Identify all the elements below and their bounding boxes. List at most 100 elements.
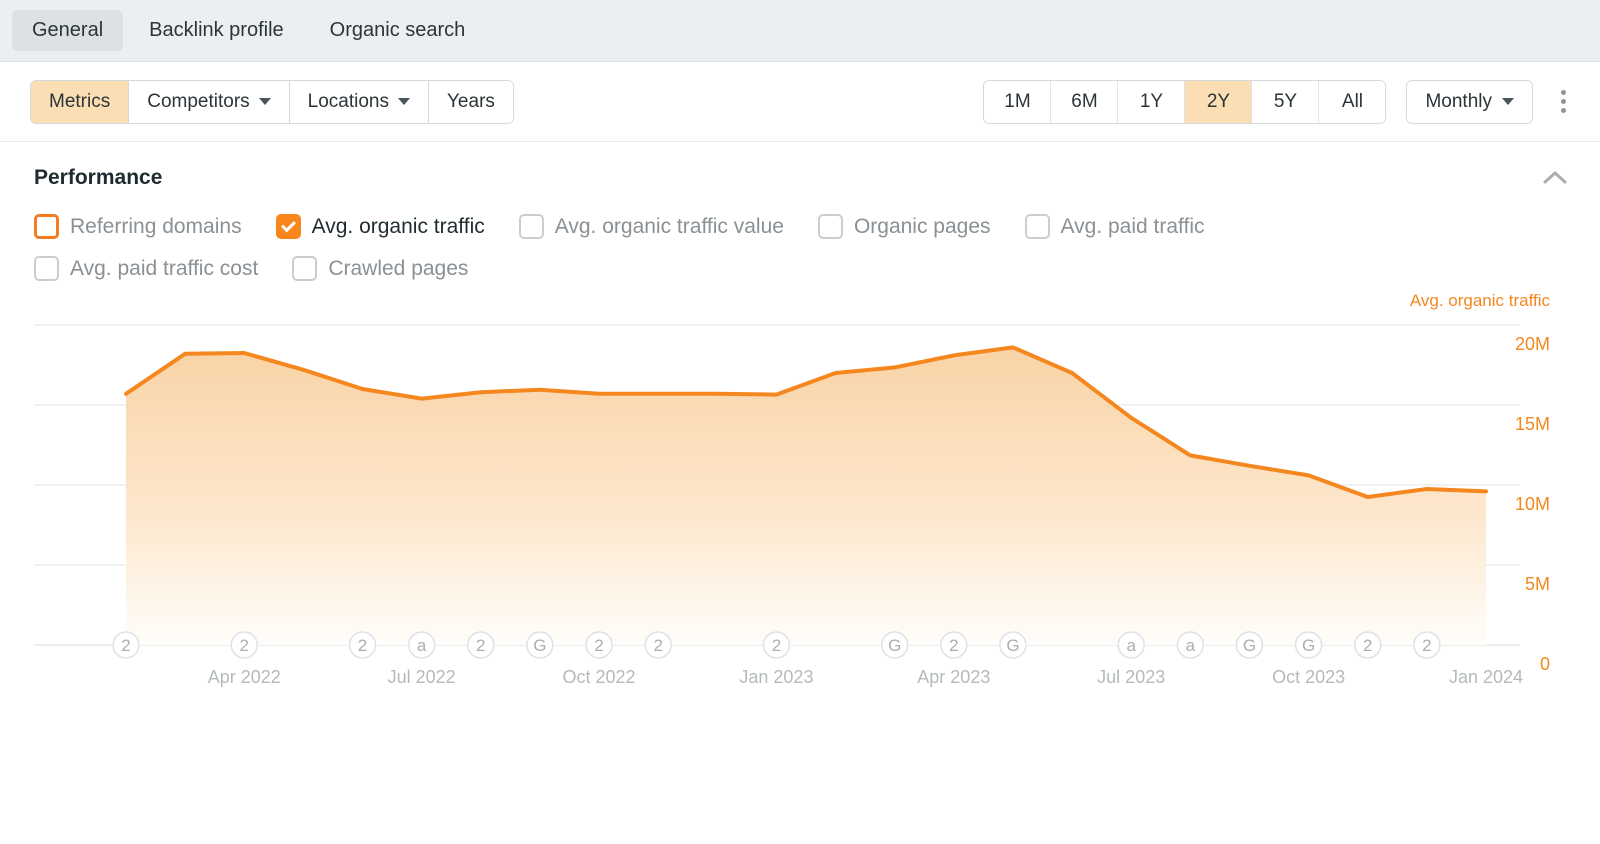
svg-text:G: G: [1302, 636, 1315, 655]
performance-chart: Avg. organic traffic 222a2G222G2GaaGG22: [34, 291, 1574, 745]
checkbox-label-referring-domains: Referring domains: [70, 214, 242, 238]
x-axis-label: Oct 2023: [1272, 667, 1346, 687]
y-axis-label: 0: [1539, 654, 1550, 674]
chevron-up-icon[interactable]: [1536, 164, 1574, 192]
tab-organic-search[interactable]: Organic search: [310, 10, 486, 51]
x-axis-label: Jul 2022: [387, 667, 456, 687]
svg-text:2: 2: [358, 636, 367, 655]
granularity-select[interactable]: Monthly: [1406, 79, 1533, 124]
event-marker-2[interactable]: 2: [644, 631, 672, 659]
range-1y[interactable]: 1Y: [1118, 80, 1186, 123]
competitors-button[interactable]: Competitors: [129, 80, 290, 123]
svg-text:2: 2: [949, 636, 958, 655]
years-button[interactable]: Years: [429, 80, 513, 123]
checkbox-label-avg-paid-traffic-cost: Avg. paid traffic cost: [70, 256, 259, 280]
checkbox-avg-organic-traffic[interactable]: Avg. organic traffic: [275, 214, 485, 239]
svg-text:G: G: [1243, 636, 1256, 655]
svg-text:2: 2: [772, 636, 781, 655]
metrics-button[interactable]: Metrics: [31, 80, 130, 123]
svg-text:2: 2: [594, 636, 603, 655]
metric-checkbox-list: Referring domains Avg. organic traffic A…: [34, 214, 1574, 281]
range-1m[interactable]: 1M: [984, 80, 1052, 123]
checkbox-crawled-pages[interactable]: Crawled pages: [292, 256, 468, 281]
svg-text:a: a: [1126, 636, 1136, 655]
checkbox-avg-paid-traffic-cost[interactable]: Avg. paid traffic cost: [34, 256, 258, 281]
performance-panel: Performance Referring domains Avg. organ…: [0, 142, 1600, 745]
svg-text:G: G: [533, 636, 546, 655]
x-axis-label: Oct 2022: [562, 667, 636, 687]
checkbox-label-avg-paid-traffic: Avg. paid traffic: [1060, 214, 1205, 238]
chart-area: [126, 347, 1486, 645]
chevron-down-icon: [1502, 98, 1514, 105]
performance-dashboard: General Backlink profile Organic search …: [0, 0, 1600, 844]
checkbox-label-crawled-pages: Crawled pages: [328, 256, 469, 280]
event-marker-2[interactable]: 2: [940, 631, 968, 659]
x-axis-label: Jan 2024: [1448, 667, 1524, 687]
event-marker-2[interactable]: 2: [585, 631, 613, 659]
x-axis-label: Jul 2023: [1097, 667, 1166, 687]
range-2y[interactable]: 2Y: [1185, 80, 1253, 123]
event-marker-a[interactable]: a: [1117, 631, 1145, 659]
svg-text:G: G: [1006, 636, 1019, 655]
main-tab-strip: General Backlink profile Organic search: [0, 0, 1600, 62]
y-axis-label: 15M: [1514, 414, 1550, 434]
svg-text:2: 2: [1422, 636, 1431, 655]
checkbox-organic-pages[interactable]: Organic pages: [817, 214, 991, 239]
checkbox-box-crawled-pages[interactable]: [292, 256, 318, 281]
page-title: Performance: [34, 166, 163, 189]
event-marker-2[interactable]: 2: [230, 631, 259, 659]
checkbox-box-avg-organic-traffic-value[interactable]: [518, 214, 544, 239]
event-marker-2[interactable]: 2: [1353, 631, 1382, 659]
svg-text:a: a: [1186, 636, 1196, 655]
x-axis-label: Apr 2022: [207, 667, 281, 687]
chart-toolbar: Metrics Competitors Locations Years 1M 6…: [0, 62, 1600, 142]
event-marker-G[interactable]: G: [999, 631, 1027, 659]
event-marker-2[interactable]: 2: [762, 631, 791, 659]
tab-backlink-profile[interactable]: Backlink profile: [129, 10, 304, 51]
checkbox-label-avg-organic-traffic-value: Avg. organic traffic value: [554, 214, 784, 238]
svg-text:a: a: [417, 636, 427, 655]
svg-text:2: 2: [476, 636, 485, 655]
granularity-select-value: Monthly: [1425, 90, 1492, 112]
event-marker-G[interactable]: G: [880, 631, 909, 659]
checkbox-box-avg-organic-traffic[interactable]: [275, 214, 301, 239]
event-marker-G[interactable]: G: [1294, 631, 1323, 659]
svg-text:G: G: [888, 636, 901, 655]
y-axis-label: 10M: [1514, 494, 1550, 514]
years-button-label: Years: [447, 90, 495, 112]
date-range-group: 1M 6M 1Y 2Y 5Y All: [983, 79, 1387, 124]
competitors-button-label: Competitors: [147, 90, 250, 112]
x-axis-label: Jan 2023: [739, 667, 814, 687]
checkbox-box-avg-paid-traffic[interactable]: [1024, 214, 1050, 239]
checkbox-referring-domains[interactable]: Referring domains: [34, 214, 242, 239]
range-all[interactable]: All: [1319, 80, 1386, 123]
event-marker-a[interactable]: a: [1176, 631, 1205, 659]
checkbox-label-avg-organic-traffic: Avg. organic traffic: [311, 214, 485, 238]
checkbox-box-avg-paid-traffic-cost[interactable]: [34, 256, 59, 281]
event-marker-G[interactable]: G: [1235, 631, 1264, 659]
toolbar-right-controls: 1M 6M 1Y 2Y 5Y All Monthly: [983, 79, 1574, 124]
event-marker-2[interactable]: 2: [467, 631, 495, 659]
checkbox-box-organic-pages[interactable]: [817, 214, 843, 239]
event-marker-a[interactable]: a: [407, 631, 436, 659]
kebab-menu-icon[interactable]: [1553, 86, 1574, 117]
chevron-down-icon: [398, 98, 410, 105]
svg-text:2: 2: [121, 636, 130, 655]
checkbox-label-organic-pages: Organic pages: [853, 214, 991, 238]
event-marker-G[interactable]: G: [526, 631, 554, 659]
checkbox-box-referring-domains[interactable]: [34, 214, 59, 239]
range-6m[interactable]: 6M: [1051, 80, 1119, 123]
metric-checkbox-row-2: Avg. paid traffic cost Crawled pages: [34, 256, 1574, 281]
checkbox-avg-organic-traffic-value[interactable]: Avg. organic traffic value: [518, 214, 784, 239]
event-marker-2[interactable]: 2: [112, 631, 140, 659]
filter-button-group: Metrics Competitors Locations Years: [30, 79, 514, 124]
tab-general[interactable]: General: [12, 10, 124, 51]
event-marker-2[interactable]: 2: [348, 631, 377, 659]
range-5y[interactable]: 5Y: [1252, 80, 1320, 123]
metrics-button-label: Metrics: [49, 90, 111, 112]
checkbox-avg-paid-traffic[interactable]: Avg. paid traffic: [1024, 214, 1205, 239]
event-marker-2[interactable]: 2: [1413, 631, 1441, 659]
performance-panel-header: Performance: [34, 164, 1574, 192]
y-axis-label: 20M: [1514, 334, 1550, 354]
locations-button[interactable]: Locations: [289, 80, 429, 123]
